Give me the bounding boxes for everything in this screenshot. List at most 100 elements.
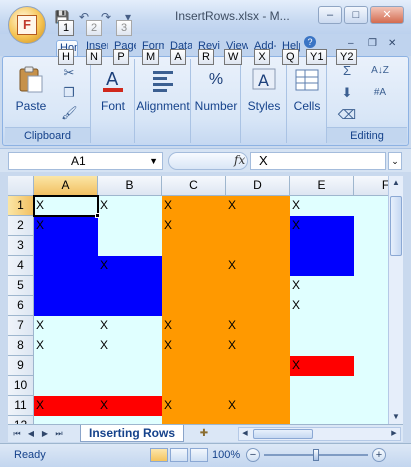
keytip-add-ins: X (254, 49, 270, 65)
cell-c8[interactable]: X (162, 336, 226, 356)
normal-view-icon[interactable] (150, 448, 168, 462)
cell-b1[interactable]: X (98, 196, 162, 216)
maximize-button[interactable]: □ (344, 6, 368, 24)
cell-b11[interactable]: X (98, 396, 162, 416)
row-header-11[interactable]: 11 (8, 396, 34, 416)
insert-sheet-icon[interactable]: ✚ (196, 427, 212, 440)
column-header-b[interactable]: B (98, 176, 162, 196)
zoom-in-icon[interactable]: + (372, 448, 386, 462)
row-header-5[interactable]: 5 (8, 276, 34, 296)
formula-input[interactable]: X (250, 152, 386, 170)
clear-icon[interactable]: ⌫ (337, 107, 357, 123)
cell-b4[interactable]: X (98, 256, 162, 276)
format-painter-icon[interactable]: 🖌 (61, 105, 78, 121)
ribbon-close-button[interactable]: ✕ (388, 38, 396, 49)
ribbon-minimize-button[interactable]: – (348, 38, 354, 49)
cell-d8[interactable]: X (226, 336, 290, 356)
next-sheet-icon[interactable]: ▶ (40, 427, 50, 440)
vertical-scroll-thumb[interactable] (390, 196, 402, 256)
row-header-3[interactable]: 3 (8, 236, 34, 256)
cell-e5[interactable]: X (290, 276, 354, 296)
office-button[interactable]: F (8, 6, 46, 44)
scroll-down-icon[interactable]: ▼ (389, 410, 403, 424)
expand-formula-bar-icon[interactable]: ⌄ (388, 152, 402, 170)
cell-a2[interactable]: X (34, 216, 98, 236)
cell-c2[interactable]: X (162, 216, 226, 236)
paste-button[interactable]: Paste (11, 65, 51, 113)
close-button[interactable]: ✕ (370, 6, 404, 24)
zoom-level[interactable]: 100% (212, 449, 240, 461)
column-header-c[interactable]: C (162, 176, 226, 196)
cell-c1[interactable]: X (162, 196, 226, 216)
prev-sheet-icon[interactable]: ◀ (26, 427, 36, 440)
cell-e6[interactable]: X (290, 296, 354, 316)
cell-e9[interactable]: X (290, 356, 354, 376)
row-header-9[interactable]: 9 (8, 356, 34, 376)
alignment-button[interactable]: Alignment (135, 65, 191, 113)
row-header-2[interactable]: 2 (8, 216, 34, 236)
first-sheet-icon[interactable]: ⏮ (12, 427, 22, 440)
styles-button[interactable]: A Styles (243, 65, 285, 113)
vertical-scrollbar[interactable]: ▲ ▼ (388, 176, 403, 424)
column-header-e[interactable]: E (290, 176, 354, 196)
keytip-qat-2: 2 (86, 20, 102, 36)
cell-c7[interactable]: X (162, 316, 226, 336)
last-sheet-icon[interactable]: ⏭ (54, 427, 64, 440)
number-format-icon: % (208, 71, 224, 88)
cells-button[interactable]: Cells (289, 65, 325, 113)
cell-a7[interactable]: X (34, 316, 98, 336)
clipboard-group-label: Clipboard (5, 127, 90, 143)
name-box[interactable]: A1 ▼ (8, 152, 163, 170)
row-header-12[interactable]: 12 (8, 416, 34, 424)
fill-icon[interactable]: ⬇ (337, 85, 357, 101)
clipboard-group: Paste ✂ ❐ 🖌 Clipboard (5, 59, 91, 143)
select-all-corner[interactable] (8, 176, 34, 196)
row-header-1[interactable]: 1 (8, 196, 34, 216)
row-header-8[interactable]: 8 (8, 336, 34, 356)
scroll-up-icon[interactable]: ▲ (389, 176, 403, 190)
find-select-icon[interactable]: #A (367, 85, 393, 101)
number-button[interactable]: % Number (191, 65, 241, 113)
styles-group: A Styles (241, 59, 287, 143)
minimize-button[interactable]: – (318, 6, 342, 24)
ribbon-restore-button[interactable]: ❐ (368, 38, 377, 49)
copy-icon[interactable]: ❐ (61, 85, 77, 101)
row-header-10[interactable]: 10 (8, 376, 34, 396)
cell-b8[interactable]: X (98, 336, 162, 356)
cell-d7[interactable]: X (226, 316, 290, 336)
horizontal-scrollbar[interactable]: ◀ ▶ (238, 427, 401, 441)
worksheet-grid[interactable]: ABCDEF 123456789101112 XXXXXXXXXXXXXXXXX… (8, 176, 388, 424)
column-header-d[interactable]: D (226, 176, 290, 196)
help-icon[interactable]: ? (304, 36, 316, 48)
insert-function-icon[interactable]: fx (234, 153, 245, 167)
row-header-6[interactable]: 6 (8, 296, 34, 316)
column-header-f[interactable]: F (354, 176, 388, 196)
font-button[interactable]: A Font (95, 65, 131, 113)
cell-a8[interactable]: X (34, 336, 98, 356)
cell-b7[interactable]: X (98, 316, 162, 336)
autosum-icon[interactable]: Σ (337, 63, 357, 79)
cell-c11[interactable]: X (162, 396, 226, 416)
scroll-right-icon[interactable]: ▶ (388, 428, 400, 440)
cell-d11[interactable]: X (226, 396, 290, 416)
cell-e1[interactable]: X (290, 196, 354, 216)
chevron-down-icon[interactable]: ▼ (149, 153, 158, 169)
horizontal-scroll-thumb[interactable] (253, 429, 313, 439)
row-header-7[interactable]: 7 (8, 316, 34, 336)
cell-d4[interactable]: X (226, 256, 290, 276)
font-icon: A (103, 69, 123, 92)
cell-e2[interactable]: X (290, 216, 354, 236)
cell-d1[interactable]: X (226, 196, 290, 216)
page-layout-view-icon[interactable] (170, 448, 188, 462)
fill-handle[interactable] (95, 213, 100, 218)
scroll-left-icon[interactable]: ◀ (239, 428, 251, 440)
row-header-4[interactable]: 4 (8, 256, 34, 276)
zoom-slider-thumb[interactable] (313, 449, 319, 461)
cell-a11[interactable]: X (34, 396, 98, 416)
cut-icon[interactable]: ✂ (61, 65, 77, 81)
sort-filter-icon[interactable]: A↓Z (367, 63, 393, 79)
zoom-out-icon[interactable]: − (246, 448, 260, 462)
page-break-view-icon[interactable] (190, 448, 208, 462)
column-header-a[interactable]: A (34, 176, 98, 196)
sheet-tab-inserting-rows[interactable]: Inserting Rows (80, 425, 185, 442)
